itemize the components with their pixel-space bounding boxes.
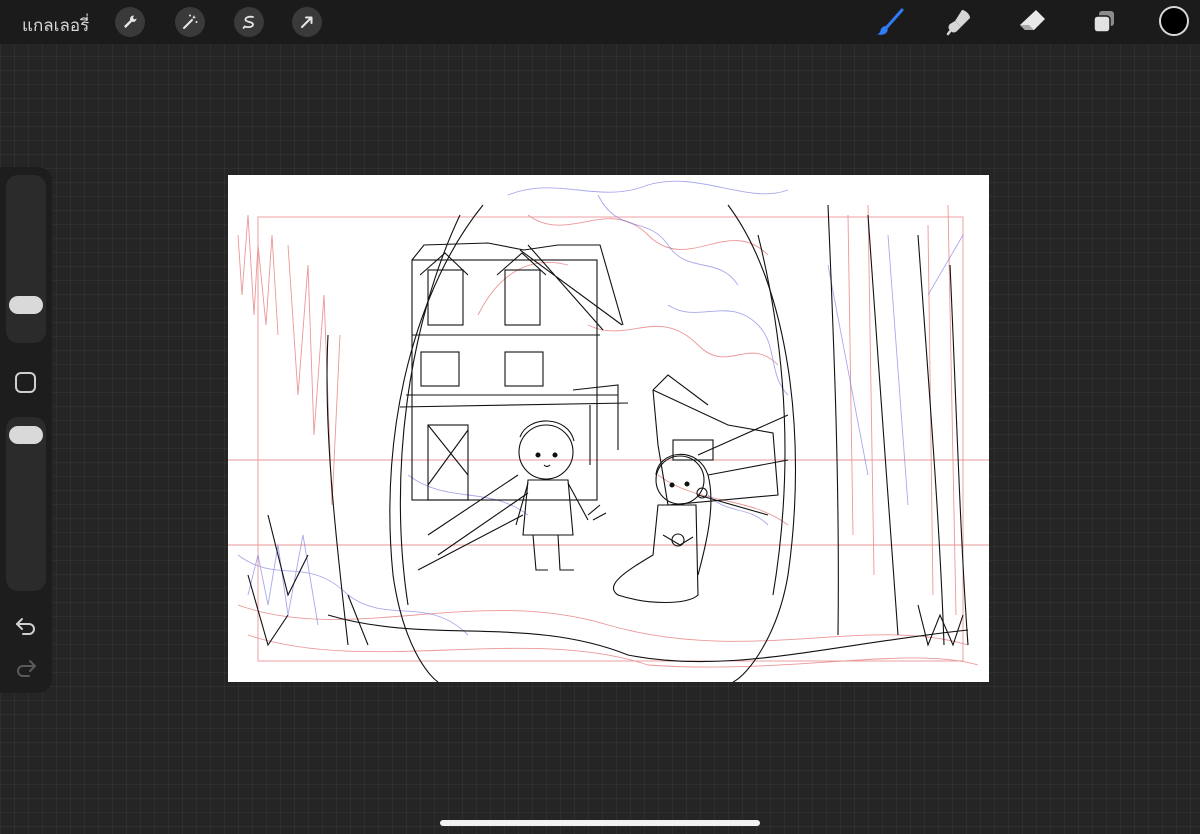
top-toolbar: แกลเลอรี่ (0, 0, 1200, 44)
redo-button[interactable] (13, 656, 39, 680)
brush-icon (877, 8, 904, 35)
selection-icon (242, 15, 254, 30)
home-indicator[interactable] (440, 820, 760, 826)
brush-size-thumb[interactable] (9, 296, 43, 314)
brush-size-slider[interactable] (6, 175, 46, 343)
smudge-tool-button[interactable] (943, 5, 977, 39)
actions-button[interactable] (115, 7, 145, 37)
transform-button[interactable] (292, 7, 322, 37)
undo-button[interactable] (13, 614, 39, 638)
gallery-button[interactable]: แกลเลอรี่ (22, 12, 89, 39)
drawing-canvas[interactable] (228, 175, 989, 682)
eraser-icon (1020, 10, 1045, 30)
wrench-icon (124, 15, 137, 28)
opacity-thumb[interactable] (9, 426, 43, 444)
transform-arrow-icon (301, 16, 313, 28)
brush-tool-button[interactable] (873, 5, 907, 39)
layers-tool-button[interactable] (1087, 5, 1121, 39)
color-picker-button[interactable] (1159, 6, 1189, 36)
undo-icon (16, 618, 35, 635)
modify-button[interactable] (15, 372, 36, 393)
redo-icon (17, 660, 36, 677)
eraser-tool-button[interactable] (1015, 5, 1049, 39)
layers-icon (1093, 11, 1114, 33)
left-sidebar (0, 167, 52, 693)
magic-wand-icon (183, 14, 198, 29)
selection-button[interactable] (234, 7, 264, 37)
opacity-slider[interactable] (6, 417, 46, 591)
adjustments-button[interactable] (175, 7, 205, 37)
smudge-icon (946, 10, 970, 36)
sketch-artwork (228, 180, 989, 682)
